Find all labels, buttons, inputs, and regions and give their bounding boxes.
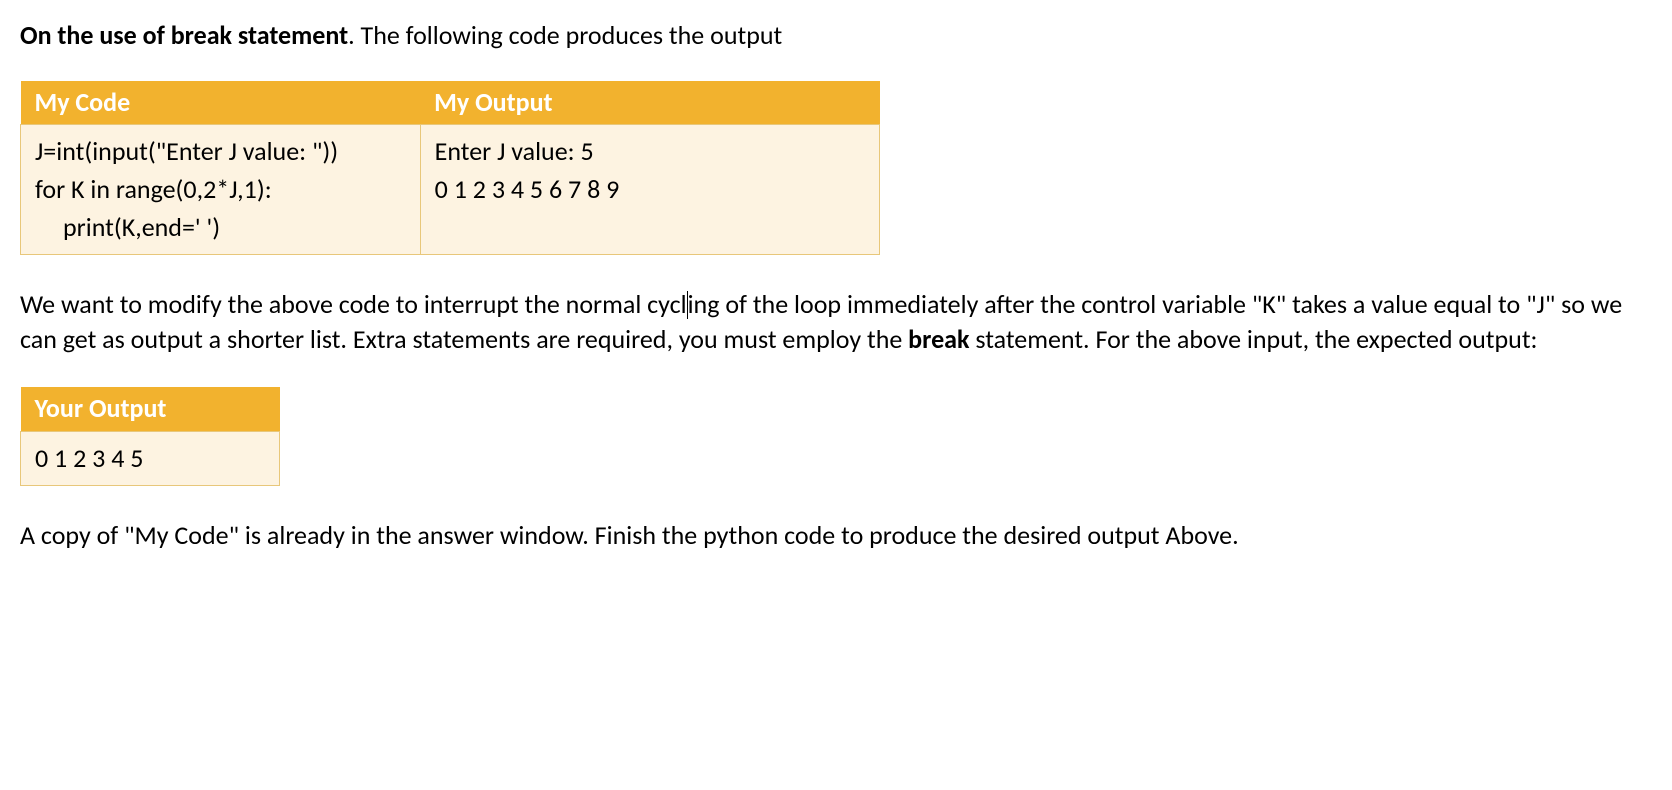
para2-part3: statement. For the above input, the expe…: [969, 323, 1537, 355]
para2-bold: break: [908, 323, 969, 355]
code-output-table: My Code My Output J=int(input("Enter J v…: [20, 81, 880, 255]
explanation-paragraph: We want to modify the above code to inte…: [20, 287, 1652, 357]
code-line-3: print(K,end=' '): [35, 209, 220, 247]
closing-paragraph: A copy of "My Code" is already in the an…: [20, 518, 1652, 553]
table-row: J=int(input("Enter J value: ")) for K in…: [21, 125, 880, 255]
header-my-code: My Code: [21, 81, 421, 125]
your-output-table: Your Output 0 1 2 3 4 5: [20, 387, 280, 486]
cell-my-output: Enter J value: 5 0 1 2 3 4 5 6 7 8 9: [420, 125, 879, 255]
intro-paragraph: On the use of break statement. The follo…: [20, 18, 1652, 53]
output-line-1: Enter J value: 5: [435, 135, 594, 167]
header-your-output: Your Output: [21, 387, 280, 431]
intro-bold: On the use of break statement: [20, 19, 348, 51]
header-my-output: My Output: [420, 81, 879, 125]
code-line-1: J=int(input("Enter J value: ")): [35, 135, 338, 167]
code-line-2: for K in range(0,2*J,1):: [35, 173, 272, 205]
table-row: 0 1 2 3 4 5: [21, 431, 280, 486]
cell-my-code: J=int(input("Enter J value: ")) for K in…: [21, 125, 421, 255]
output-line-2: 0 1 2 3 4 5 6 7 8 9: [435, 173, 620, 205]
table1-container: My Code My Output J=int(input("Enter J v…: [20, 81, 1652, 255]
intro-rest: . The following code produces the output: [348, 19, 782, 51]
text-cursor-icon: [687, 291, 688, 319]
cell-your-output: 0 1 2 3 4 5: [21, 431, 280, 486]
para2-part1: We want to modify the above code to inte…: [20, 288, 687, 320]
